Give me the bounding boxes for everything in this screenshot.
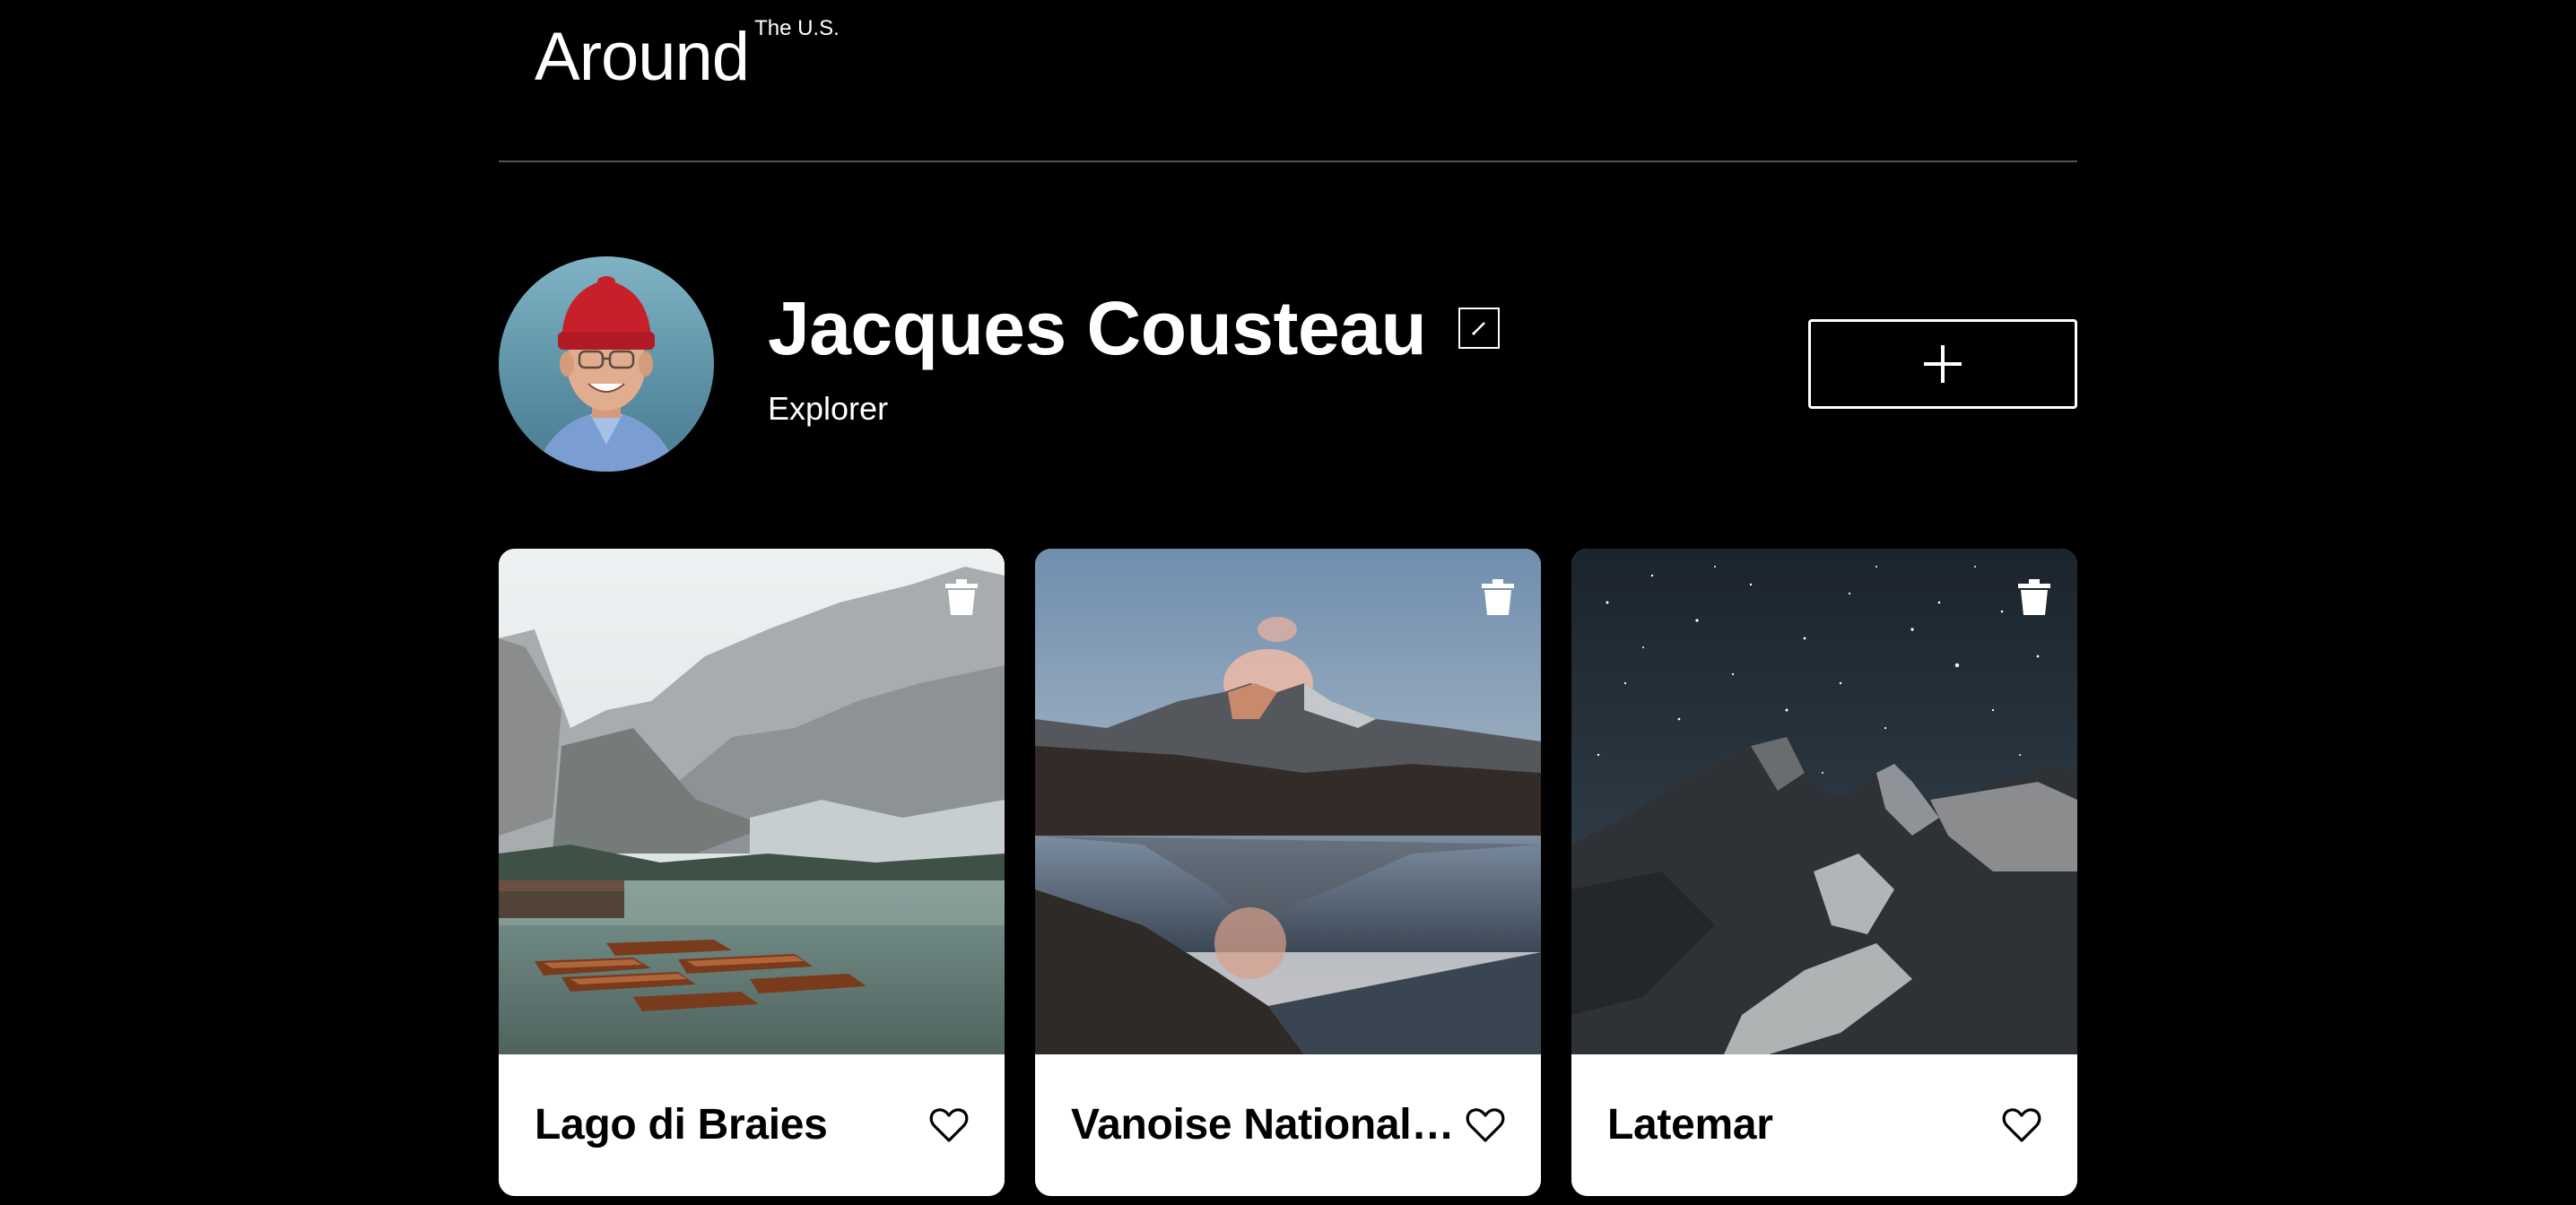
trash-icon[interactable]: [945, 579, 978, 615]
pencil-icon: [1472, 322, 1486, 336]
profile-job: Explorer: [768, 390, 889, 427]
card-footer: Vanoise National Park: [1035, 1054, 1541, 1196]
site-header: Around The U.S.: [499, 0, 2077, 162]
avatar[interactable]: [499, 256, 714, 472]
card-title: Latemar: [1607, 1101, 1773, 1149]
card: Latemar: [1571, 549, 2077, 1196]
logo-main-text: Around: [535, 19, 750, 95]
trash-icon[interactable]: [1482, 579, 1514, 615]
heart-icon[interactable]: [2002, 1107, 2041, 1143]
card-image[interactable]: [1035, 549, 1541, 1054]
card-image[interactable]: [1571, 549, 2077, 1054]
profile-info: Jacques Cousteau Explorer: [768, 283, 1501, 429]
heart-icon[interactable]: [929, 1107, 969, 1143]
plus-icon: [1924, 345, 1962, 383]
card-title: Lago di Braies: [535, 1101, 828, 1149]
page: Around The U.S. Jacques Cousteau Explore…: [0, 0, 2576, 1205]
card-footer: Lago di Braies: [499, 1054, 1005, 1196]
heart-icon[interactable]: [1466, 1107, 1505, 1143]
add-card-button[interactable]: [1808, 319, 2077, 409]
profile: Jacques Cousteau Explorer: [499, 256, 2077, 473]
card-footer: Latemar: [1571, 1054, 2077, 1196]
card-image[interactable]: [499, 549, 1005, 1054]
content-container: Around The U.S. Jacques Cousteau Explore…: [499, 0, 2077, 1196]
card: Lago di Braies: [499, 549, 1005, 1196]
logo[interactable]: Around The U.S.: [535, 13, 840, 102]
edit-profile-button[interactable]: [1458, 308, 1501, 349]
profile-name-row: Jacques Cousteau: [768, 283, 1501, 373]
cards-grid: Lago di Braies Vanoise National P Latema…: [499, 549, 2077, 1196]
logo-superscript: The U.S.: [754, 16, 840, 40]
card-title: Vanoise National Park: [1071, 1101, 1457, 1149]
trash-icon[interactable]: [2018, 579, 2050, 615]
profile-name: Jacques Cousteau: [768, 286, 1427, 370]
card: Vanoise National Park: [1035, 549, 1541, 1196]
